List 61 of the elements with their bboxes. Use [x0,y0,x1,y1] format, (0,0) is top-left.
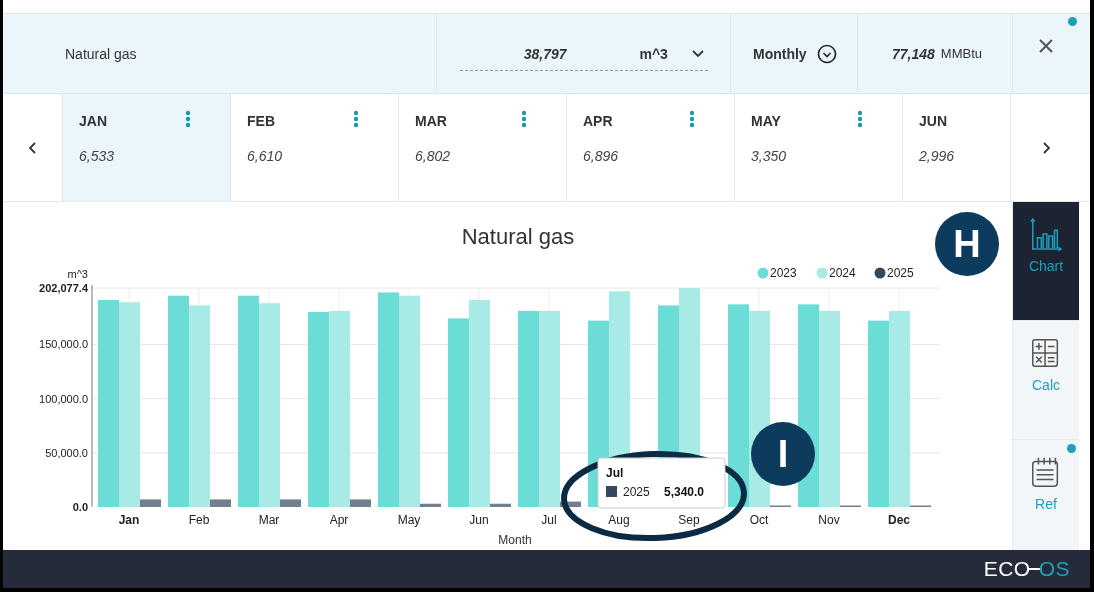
legend-item[interactable]: 2024 [816,266,856,281]
chart-title: Natural gas [461,224,575,250]
month-label: FEB [247,113,275,130]
x-axis-label: May [397,513,421,528]
legend-label: 2023 [770,266,798,281]
tooltip-value: 5,340.0 [664,485,705,500]
month-value: 6,896 [583,148,619,165]
tooltip-series: 2025 [623,485,650,500]
y-axis-label: 150,000.0 [39,338,88,351]
legend-label: 2024 [829,266,857,281]
series-swatch [606,486,617,498]
x-axis-label: Nov [818,513,840,528]
legend-item[interactable]: 2025 [874,266,914,281]
logo: ECO OS [983,557,1070,582]
energy-value: 77,148 [892,45,935,62]
callout-marker: I [751,422,815,487]
kebab-menu-icon[interactable] [353,110,359,129]
sidebar-tab[interactable]: Chart [1013,202,1079,322]
month-value: 6,533 [79,148,115,165]
month-value: 6,802 [415,148,451,165]
close-icon[interactable] [1039,38,1053,53]
month-value: 2,996 [919,148,955,165]
period-label: Monthly [753,45,807,62]
x-axis-label: Jan [118,513,140,528]
month-card[interactable]: JAN 6,533 [62,94,230,202]
y-axis-label: 202,077.4 [39,282,88,295]
x-axis-label: Jul [541,513,557,528]
y-axis-label: 0.0 [72,501,88,514]
month-value: 6,610 [247,148,283,165]
y-axis-title: m^3 [67,268,88,281]
kebab-menu-icon[interactable] [857,110,863,129]
x-axis-label: Apr [329,513,349,528]
x-axis-title: Month [498,533,532,548]
kebab-menu-icon[interactable] [185,110,191,129]
chevron-left-icon[interactable] [28,141,37,154]
month-value: 3,350 [751,148,787,165]
month-label: JAN [79,113,107,130]
tooltip-title: Jul [606,466,624,481]
month-label: JUN [919,113,947,130]
x-axis-label: Aug [608,513,630,528]
month-label: APR [583,113,613,130]
y-axis-label: 50,000.0 [45,447,88,460]
quantity-field[interactable]: 38,797 m^3 [459,36,708,71]
chevron-right-icon[interactable] [1041,141,1050,154]
kebab-menu-icon[interactable] [521,110,527,129]
month-label: MAR [415,113,447,130]
legend-item[interactable]: 2023 [757,266,797,281]
kebab-menu-icon[interactable] [689,110,695,129]
x-axis-label: Mar [258,513,280,528]
x-axis-label: Feb [188,513,210,528]
x-axis-label: Dec [888,513,910,528]
x-axis-label: Jun [469,513,489,528]
y-axis-label: 100,000.0 [39,392,88,405]
x-axis-label: Oct [749,513,769,528]
bar-chart-icon [1029,216,1063,253]
callout-marker: H [935,212,999,277]
x-axis-label: Sep [678,513,700,528]
material-name: Natural gas [65,45,137,62]
chevron-down-icon [691,50,704,59]
energy-unit: MMBtu [940,46,982,62]
month-label: MAY [751,113,781,130]
